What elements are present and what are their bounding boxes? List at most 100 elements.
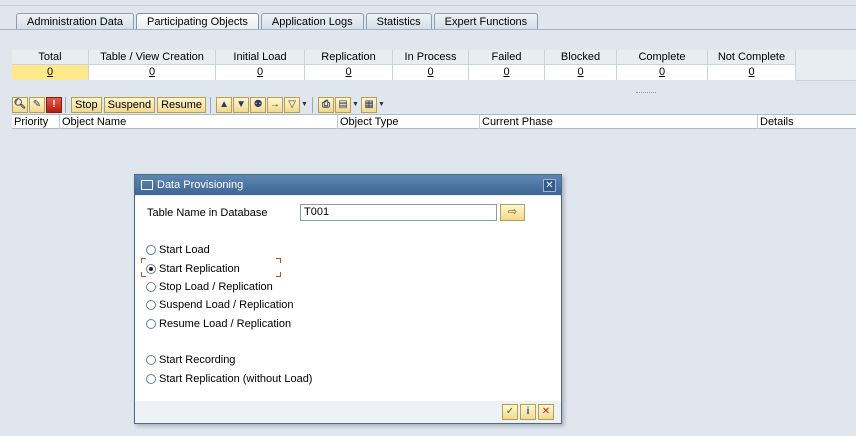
dialog-window-icon [141,180,153,190]
focus-corner [141,272,146,277]
cancel-icon[interactable]: ✕ [538,404,554,420]
radio-start-replication-without-load[interactable]: Start Replication (without Load) [146,372,312,385]
column-header-object-name[interactable]: Object Name [60,115,338,129]
tab-statistics[interactable]: Statistics [365,13,432,30]
status-summary-table: Total 0 Table / View Creation 0 Initial … [12,50,796,80]
tab-expert-functions[interactable]: Expert Functions [433,13,539,30]
find-icon[interactable]: ⚉ [250,97,267,113]
focus-corner [141,258,146,263]
radio-circle[interactable] [146,354,156,365]
layout-icon[interactable]: ▦ [361,97,378,113]
summary-col-not-complete: Not Complete 0 [708,50,796,80]
summary-col-failed: Failed 0 [469,50,545,80]
summary-col-table-view-creation: Table / View Creation 0 [89,50,216,80]
summary-col-total: Total 0 [12,50,89,80]
suspend-button[interactable]: Suspend [103,97,156,113]
radio-start-replication[interactable]: Start Replication [146,262,240,275]
summary-col-initial-load: Initial Load 0 [216,50,305,80]
radio-circle[interactable] [146,373,156,384]
edit-pencil-icon[interactable]: ✎ [29,97,45,113]
summary-header: Replication [305,50,392,65]
data-provisioning-dialog: Data Provisioning ✕ Table Name in Databa… [134,174,562,424]
filter-dropdown-arrow-icon[interactable]: ▼ [301,97,308,113]
summary-value-link[interactable]: 0 [393,65,468,80]
table-name-label: Table Name in Database [147,207,268,219]
dialog-titlebar[interactable]: Data Provisioning [135,175,561,195]
stop-button[interactable]: Stop [71,97,102,113]
radio-label: Start Replication (without Load) [159,372,313,385]
summary-header: Total [12,50,88,65]
layout-dropdown-arrow-icon[interactable]: ▼ [378,97,385,113]
column-header-current-phase[interactable]: Current Phase [480,115,758,129]
views-dropdown-arrow-icon[interactable]: ▼ [352,97,359,113]
radio-label: Start Load [159,243,210,256]
radio-label: Suspend Load / Replication [159,298,294,311]
views-icon[interactable]: ▤ [335,97,352,113]
splitter-grip[interactable] [636,92,656,95]
summary-value-link[interactable]: 0 [708,65,795,80]
summary-col-in-process: In Process 0 [393,50,469,80]
toolbar-separator [65,97,69,113]
grid-toolbar: 🔍︎ ✎ ! Stop Suspend Resume ▲ ▼ ⚉ → ▽ ▼ ⎙… [12,97,387,113]
radio-label: Stop Load / Replication [159,280,273,293]
radio-start-load[interactable]: Start Load [146,243,210,256]
summary-header: Table / View Creation [89,50,215,65]
summary-value-link[interactable]: 0 [545,65,616,80]
toolbar-separator [312,97,316,113]
focus-corner [276,258,281,263]
radio-label: Resume Load / Replication [159,317,292,330]
radio-circle[interactable] [146,299,156,310]
column-header-object-type[interactable]: Object Type [338,115,480,129]
radio-resume-load-replication[interactable]: Resume Load / Replication [146,317,291,330]
tab-strip: Administration Data Participating Object… [16,13,540,30]
top-strip [0,0,856,6]
summary-value-link[interactable]: 0 [305,65,392,80]
summary-value-link[interactable]: 0 [469,65,544,80]
sort-ascending-icon[interactable]: ▲ [216,97,233,113]
summary-value-link[interactable]: 0 [12,65,88,80]
summary-value-link[interactable]: 0 [216,65,304,80]
print-icon[interactable]: ⎙ [318,97,335,113]
radio-circle-selected[interactable] [146,263,156,274]
summary-filler [796,50,856,81]
object-grid-header: Priority Object Name Object Type Current… [12,114,856,129]
info-icon[interactable]: i [520,404,536,420]
toolbar-separator [210,97,214,113]
radio-suspend-load-replication[interactable]: Suspend Load / Replication [146,298,294,311]
error-icon[interactable]: ! [46,97,62,113]
dialog-body: Table Name in Database T001 ⇨ Start Load… [135,196,561,401]
filter-icon[interactable]: ▽ [284,97,301,113]
resume-button[interactable]: Resume [157,97,207,113]
sort-descending-icon[interactable]: ▼ [233,97,250,113]
execute-icon[interactable]: ✓ [502,404,518,420]
value-help-icon[interactable]: ⇨ [500,204,525,221]
summary-col-blocked: Blocked 0 [545,50,617,80]
summary-header: Complete [617,50,707,65]
summary-header: Not Complete [708,50,795,65]
summary-header: Initial Load [216,50,304,65]
radio-start-recording[interactable]: Start Recording [146,353,235,366]
column-header-details[interactable]: Details [758,115,856,129]
tab-participating-objects[interactable]: Participating Objects [136,13,259,30]
details-icon[interactable]: 🔍︎ [12,97,28,113]
radio-circle[interactable] [146,318,156,329]
radio-label: Start Recording [159,353,236,366]
dialog-footer: ✓ i ✕ [135,401,561,423]
dialog-title: Data Provisioning [157,179,244,191]
radio-circle[interactable] [146,244,156,255]
summary-value-link[interactable]: 0 [89,65,215,80]
radio-circle[interactable] [146,281,156,292]
find-next-icon[interactable]: → [267,97,284,113]
summary-value-link[interactable]: 0 [617,65,707,80]
summary-header: In Process [393,50,468,65]
focus-corner [276,272,281,277]
column-header-priority[interactable]: Priority [12,115,60,129]
table-name-input[interactable]: T001 [300,204,497,221]
summary-col-complete: Complete 0 [617,50,708,80]
summary-col-replication: Replication 0 [305,50,393,80]
radio-stop-load-replication[interactable]: Stop Load / Replication [146,280,273,293]
summary-header: Blocked [545,50,616,65]
tab-administration-data[interactable]: Administration Data [16,13,134,30]
close-icon[interactable]: ✕ [543,179,556,192]
tab-application-logs[interactable]: Application Logs [260,13,364,30]
